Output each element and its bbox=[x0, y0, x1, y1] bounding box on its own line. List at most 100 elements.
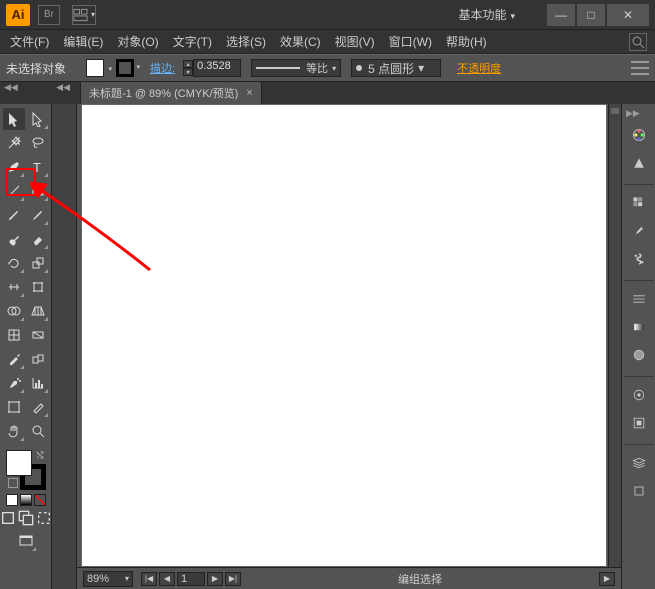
close-tab-icon[interactable]: × bbox=[246, 87, 252, 99]
window-controls: — □ ✕ bbox=[545, 4, 649, 26]
symbol-sprayer-tool[interactable] bbox=[3, 372, 25, 394]
draw-normal[interactable] bbox=[0, 510, 16, 526]
graphic-styles-panel-icon[interactable] bbox=[627, 411, 651, 435]
bridge-button[interactable]: Br bbox=[38, 5, 60, 25]
zoom-dropdown[interactable]: 89%▾ bbox=[83, 571, 133, 587]
mesh-tool[interactable] bbox=[3, 324, 25, 346]
color-mode-gradient[interactable] bbox=[20, 494, 32, 506]
magic-wand-tool[interactable] bbox=[3, 132, 25, 154]
brush-profile-dropdown[interactable]: 5 点圆形▾ bbox=[351, 59, 441, 77]
shape-builder-tool[interactable] bbox=[3, 300, 25, 322]
collapse-right-icon[interactable]: ◀◀ bbox=[56, 82, 70, 93]
rotate-tool[interactable] bbox=[3, 252, 25, 274]
layers-panel-icon[interactable] bbox=[627, 451, 651, 475]
blob-brush-tool[interactable] bbox=[3, 228, 25, 250]
direct-selection-tool[interactable] bbox=[27, 108, 49, 130]
screen-mode-row bbox=[0, 510, 52, 526]
last-artboard-button[interactable]: ▶| bbox=[225, 572, 241, 586]
stroke-panel-icon[interactable] bbox=[627, 287, 651, 311]
swap-fill-stroke-icon[interactable]: ⤭ bbox=[36, 450, 43, 461]
menu-view[interactable]: 视图(V) bbox=[329, 31, 381, 52]
control-menu[interactable] bbox=[631, 61, 649, 75]
artboard-tool[interactable] bbox=[3, 396, 25, 418]
menu-edit[interactable]: 编辑(E) bbox=[57, 31, 109, 52]
appearance-panel-icon[interactable] bbox=[627, 383, 651, 407]
menu-effect[interactable]: 效果(C) bbox=[274, 31, 327, 52]
maximize-button[interactable]: □ bbox=[577, 4, 605, 26]
fill-stroke-toggle[interactable]: ⤭ bbox=[6, 450, 46, 490]
color-mode-solid[interactable] bbox=[6, 494, 18, 506]
artboard-canvas[interactable] bbox=[81, 104, 607, 567]
menu-help[interactable]: 帮助(H) bbox=[440, 31, 493, 52]
blend-tool[interactable] bbox=[27, 348, 49, 370]
artboards-panel-icon[interactable] bbox=[627, 479, 651, 503]
opacity-label[interactable]: 不透明度 bbox=[457, 60, 501, 76]
artboard-nav: |◀ ◀ 1 ▶ ▶| bbox=[141, 572, 241, 586]
status-text: 编组选择 bbox=[241, 571, 599, 587]
default-fill-stroke-icon[interactable] bbox=[8, 478, 18, 488]
expand-panels-icon[interactable]: ▶▶ bbox=[626, 108, 640, 119]
close-button[interactable]: ✕ bbox=[607, 4, 649, 26]
color-mode-none[interactable] bbox=[34, 494, 46, 506]
swatches-panel-icon[interactable] bbox=[627, 191, 651, 215]
type-tool[interactable]: T bbox=[27, 156, 49, 178]
lasso-tool[interactable] bbox=[27, 132, 49, 154]
document-tab[interactable]: 未标题-1 @ 89% (CMYK/预览) × bbox=[80, 81, 262, 104]
draw-inside[interactable] bbox=[36, 510, 52, 526]
fill-color-icon bbox=[6, 450, 32, 476]
first-artboard-button[interactable]: |◀ bbox=[141, 572, 157, 586]
gradient-tool[interactable] bbox=[27, 324, 49, 346]
titlebar: Ai Br 基本功能 — □ ✕ bbox=[0, 0, 655, 30]
prev-artboard-button[interactable]: ◀ bbox=[159, 572, 175, 586]
zoom-tool[interactable] bbox=[27, 420, 49, 442]
graph-tool[interactable] bbox=[27, 372, 49, 394]
pen-tool[interactable] bbox=[3, 156, 25, 178]
scale-tool[interactable] bbox=[27, 252, 49, 274]
eraser-tool[interactable] bbox=[27, 228, 49, 250]
hand-tool[interactable] bbox=[3, 420, 25, 442]
menu-file[interactable]: 文件(F) bbox=[4, 31, 55, 52]
stroke-label[interactable]: 描边: bbox=[150, 60, 175, 76]
panel-collapse-handles: ◀◀ ◀◀ bbox=[4, 82, 76, 93]
transparency-panel-icon[interactable] bbox=[627, 343, 651, 367]
collapsed-panel-gutter[interactable] bbox=[52, 104, 77, 589]
vertical-scrollbar[interactable] bbox=[608, 104, 621, 567]
screen-mode-button[interactable] bbox=[15, 530, 37, 552]
stroke-swatch[interactable]: ▾ bbox=[116, 59, 134, 77]
draw-behind[interactable] bbox=[18, 510, 34, 526]
canvas-area: 89%▾ |◀ ◀ 1 ▶ ▶| 编组选择 ▶ bbox=[77, 104, 621, 589]
minimize-button[interactable]: — bbox=[547, 4, 575, 26]
symbols-panel-icon[interactable] bbox=[627, 247, 651, 271]
workspace-switcher[interactable]: 基本功能 bbox=[458, 6, 515, 23]
perspective-grid-tool[interactable] bbox=[27, 300, 49, 322]
selection-tool[interactable] bbox=[3, 108, 25, 130]
free-transform-tool[interactable] bbox=[27, 276, 49, 298]
width-tool[interactable] bbox=[3, 276, 25, 298]
line-tool[interactable] bbox=[3, 180, 25, 202]
menu-select[interactable]: 选择(S) bbox=[220, 31, 272, 52]
rectangle-tool[interactable] bbox=[27, 180, 49, 202]
gradient-panel-icon[interactable] bbox=[627, 315, 651, 339]
color-guide-panel-icon[interactable] bbox=[627, 151, 651, 175]
slice-tool[interactable] bbox=[27, 396, 49, 418]
menubar: 文件(F) 编辑(E) 对象(O) 文字(T) 选择(S) 效果(C) 视图(V… bbox=[0, 30, 655, 54]
color-panel-icon[interactable] bbox=[627, 123, 651, 147]
eyedropper-tool[interactable] bbox=[3, 348, 25, 370]
right-panel-dock: ▶▶ bbox=[621, 104, 655, 589]
stroke-weight-input[interactable]: ▴▾ 0.3528 bbox=[183, 59, 241, 77]
artboard-number-field[interactable]: 1 bbox=[177, 572, 205, 586]
variable-width-dropdown[interactable]: 等比▾ bbox=[251, 59, 341, 77]
status-dropdown[interactable]: ▶ bbox=[599, 572, 615, 586]
status-bar: 89%▾ |◀ ◀ 1 ▶ ▶| 编组选择 ▶ bbox=[77, 567, 621, 589]
next-artboard-button[interactable]: ▶ bbox=[207, 572, 223, 586]
menu-window[interactable]: 窗口(W) bbox=[383, 31, 438, 52]
pencil-tool[interactable] bbox=[27, 204, 49, 226]
brushes-panel-icon[interactable] bbox=[627, 219, 651, 243]
brush-tool[interactable] bbox=[3, 204, 25, 226]
fill-swatch[interactable]: ▾ bbox=[86, 59, 104, 77]
arrange-documents-dropdown[interactable] bbox=[72, 5, 96, 25]
menu-type[interactable]: 文字(T) bbox=[167, 31, 218, 52]
search-icon[interactable] bbox=[629, 33, 647, 51]
menu-object[interactable]: 对象(O) bbox=[111, 31, 164, 52]
collapse-left-icon[interactable]: ◀◀ bbox=[4, 82, 18, 93]
